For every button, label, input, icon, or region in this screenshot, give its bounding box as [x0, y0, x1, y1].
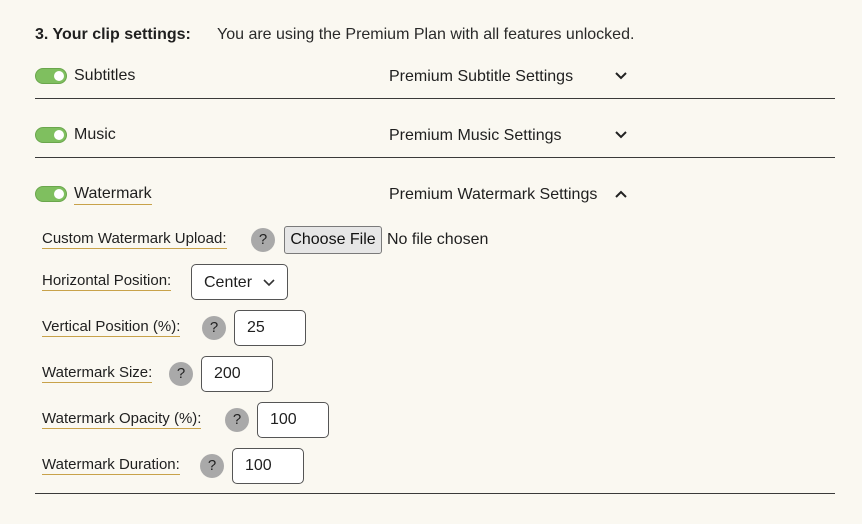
- divider: [35, 157, 835, 158]
- toggle-knob: [54, 71, 64, 81]
- divider: [35, 493, 835, 494]
- file-status: No file chosen: [387, 231, 489, 248]
- section-heading: 3. Your clip settings:: [35, 26, 191, 43]
- vertical-position-label: Vertical Position (%):: [42, 318, 181, 337]
- help-icon[interactable]: ?: [169, 362, 193, 386]
- watermark-opacity-label: Watermark Opacity (%):: [42, 410, 202, 429]
- watermark-settings-label[interactable]: Premium Watermark Settings: [389, 186, 597, 204]
- chevron-down-icon[interactable]: [614, 128, 628, 142]
- horizontal-position-select[interactable]: Center: [191, 264, 288, 300]
- watermark-duration-input[interactable]: [232, 448, 304, 484]
- toggle-knob: [54, 189, 64, 199]
- watermark-size-input[interactable]: [201, 356, 273, 392]
- chevron-down-icon: [263, 279, 275, 287]
- watermark-opacity-input[interactable]: [257, 402, 329, 438]
- horizontal-position-value: Center: [204, 274, 253, 291]
- watermark-toggle[interactable]: [35, 186, 67, 202]
- music-settings-label[interactable]: Premium Music Settings: [389, 127, 562, 145]
- choose-file-button[interactable]: Choose File: [284, 226, 382, 254]
- divider: [35, 98, 835, 99]
- watermark-label: Watermark: [74, 185, 152, 205]
- clip-settings-section: 3. Your clip settings: You are using the…: [0, 0, 862, 524]
- help-icon[interactable]: ?: [225, 408, 249, 432]
- subtitles-label: Subtitles: [74, 67, 136, 84]
- chevron-down-icon[interactable]: [614, 69, 628, 83]
- chevron-up-icon[interactable]: [614, 187, 628, 201]
- watermark-size-label: Watermark Size:: [42, 364, 153, 383]
- watermark-upload-label: Custom Watermark Upload:: [42, 230, 227, 249]
- help-icon[interactable]: ?: [202, 316, 226, 340]
- music-toggle[interactable]: [35, 127, 67, 143]
- watermark-duration-label: Watermark Duration:: [42, 456, 180, 475]
- subtitles-toggle[interactable]: [35, 68, 67, 84]
- help-icon[interactable]: ?: [200, 454, 224, 478]
- help-icon[interactable]: ?: [251, 228, 275, 252]
- music-label: Music: [74, 126, 116, 143]
- subtitle-settings-label[interactable]: Premium Subtitle Settings: [389, 68, 573, 86]
- toggle-knob: [54, 130, 64, 140]
- horizontal-position-label: Horizontal Position:: [42, 272, 172, 291]
- vertical-position-input[interactable]: [234, 310, 306, 346]
- plan-note: You are using the Premium Plan with all …: [217, 26, 635, 43]
